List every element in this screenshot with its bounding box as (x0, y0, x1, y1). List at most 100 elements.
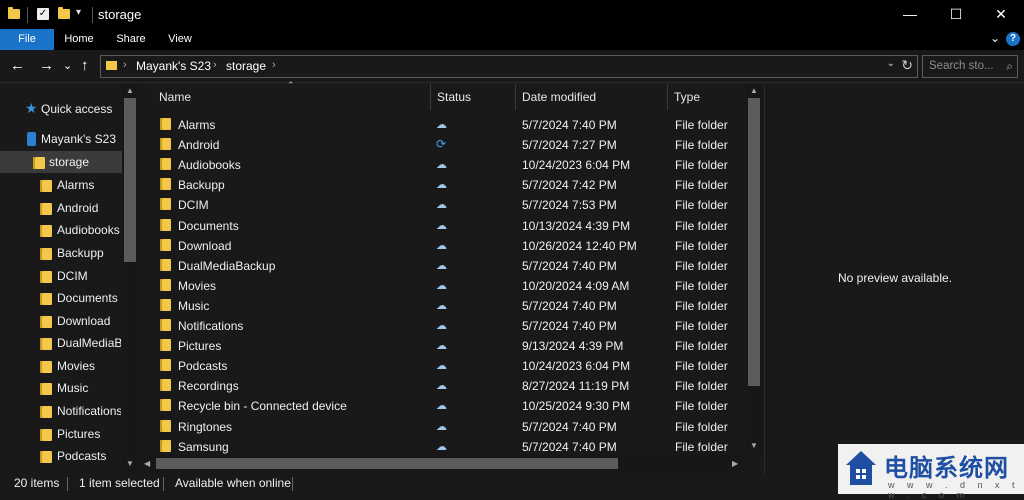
table-row[interactable]: DCIM ☁ 5/7/2024 7:53 PM File folder (139, 194, 739, 214)
help-icon[interactable]: ? (1006, 32, 1020, 46)
sidebar-item-android[interactable]: Android (0, 197, 122, 219)
up-arrow-icon[interactable]: ↑ (81, 57, 89, 74)
scroll-right-icon[interactable]: ▶ (732, 459, 738, 468)
table-row[interactable]: Download ☁ 10/26/2024 12:40 PM File folder (139, 235, 739, 255)
table-row[interactable]: Alarms ☁ 5/7/2024 7:40 PM File folder (139, 114, 739, 134)
sidebar-item-label: Music (57, 381, 89, 395)
folder-icon (160, 138, 171, 151)
column-divider[interactable] (430, 84, 431, 110)
phone-icon (27, 132, 36, 146)
close-button[interactable]: ✕ (978, 0, 1024, 29)
address-bar[interactable]: › Mayank's S23 › storage › ⌄ ↻ (100, 55, 918, 78)
chevron-down-icon[interactable]: ⌄ (887, 58, 895, 69)
sidebar-item-dualmediabackup[interactable]: DualMediaBa (0, 332, 122, 354)
column-header-type[interactable]: Type (674, 84, 700, 110)
file-name: Download (178, 238, 232, 253)
table-row[interactable]: Recycle bin - Connected device ☁ 10/25/202… (139, 395, 739, 415)
file-name: Notifications (178, 319, 244, 333)
sidebar-item-download[interactable]: Download (0, 310, 122, 332)
sidebar-item-notifications[interactable]: Notifications (0, 400, 122, 422)
sidebar-item-storage[interactable]: storage (0, 151, 122, 173)
column-divider[interactable] (515, 84, 516, 110)
file-name: Audiobooks (178, 158, 241, 173)
folder-icon (40, 406, 52, 418)
folder-icon (160, 319, 171, 331)
navigation-pane: ★ Quick access Mayank's S23 storage Alar… (0, 84, 138, 474)
tab-share[interactable]: Share (108, 29, 154, 50)
sidebar-item-documents[interactable]: Documents (0, 287, 122, 309)
chevron-right-icon[interactable]: › (213, 59, 217, 71)
maximize-button[interactable]: ☐ (933, 0, 979, 29)
table-row[interactable]: Ringtones ☁ 5/7/2024 7:40 PM File folder (139, 416, 739, 436)
properties-icon[interactable]: ✓ (37, 8, 49, 20)
tab-view[interactable]: View (158, 29, 202, 50)
cloud-icon: ☁ (436, 400, 447, 413)
sidebar-item-label: storage (49, 155, 90, 169)
search-icon[interactable]: ⌕ (1006, 59, 1013, 74)
sidebar-item-label: Mayank's S23 (41, 132, 116, 146)
file-list-scrollbar[interactable]: ▲ ▼ (746, 84, 762, 456)
sidebar-item-label: DualMediaBa (57, 336, 121, 350)
scrollbar-thumb[interactable] (156, 458, 618, 469)
new-folder-icon[interactable] (58, 7, 70, 19)
column-header-status[interactable]: Status (437, 84, 471, 110)
column-header-date[interactable]: Date modified (522, 84, 596, 110)
scrollbar-thumb[interactable] (124, 98, 136, 262)
table-row[interactable]: Backupp ☁ 5/7/2024 7:42 PM File folder (139, 174, 739, 194)
sidebar-item-podcasts[interactable]: Podcasts (0, 445, 122, 467)
sidebar-scrollbar[interactable]: ▲ ▼ (122, 84, 138, 474)
folder-icon (160, 359, 171, 372)
back-arrow-icon[interactable]: ← (10, 57, 25, 74)
folder-icon (40, 429, 52, 441)
expand-ribbon-icon[interactable]: ⌄ (990, 31, 1000, 45)
scroll-up-icon[interactable]: ▲ (750, 86, 758, 95)
sidebar-item-label: Documents (57, 291, 118, 305)
sidebar-item-dcim[interactable]: DCIM (0, 265, 122, 287)
table-row[interactable]: DualMediaBackup ☁ 5/7/2024 7:40 PM File fol… (139, 255, 739, 275)
table-row[interactable]: Notifications ☁ 5/7/2024 7:40 PM File folde… (139, 315, 739, 335)
sidebar-item-label: DCIM (57, 269, 88, 283)
chevron-right-icon[interactable]: › (272, 59, 276, 71)
tab-home[interactable]: Home (56, 29, 102, 50)
sidebar-item-quick-access[interactable]: ★ Quick access (0, 98, 122, 120)
table-row[interactable]: Pictures ☁ 9/13/2024 4:39 PM File folder (139, 335, 739, 355)
table-row[interactable]: Samsung ☁ 5/7/2024 7:40 PM File folder (139, 436, 739, 456)
table-row[interactable]: Audiobooks ☁ 10/24/2023 6:04 PM File folder (139, 154, 739, 174)
search-input[interactable]: Search sto... ⌕ (922, 55, 1018, 78)
scroll-up-icon[interactable]: ▲ (126, 86, 134, 95)
column-divider[interactable] (667, 84, 668, 110)
sidebar-item-pictures[interactable]: Pictures (0, 423, 122, 445)
sidebar-item-device[interactable]: Mayank's S23 (0, 128, 122, 150)
recent-locations-icon[interactable]: ⌄ (63, 59, 72, 72)
table-row[interactable]: Android ⟳ 5/7/2024 7:27 PM File folder (139, 134, 739, 154)
column-header-name[interactable]: Name (159, 84, 191, 110)
table-row[interactable]: Podcasts ☁ 10/24/2023 6:04 PM File folder (139, 355, 739, 375)
scroll-down-icon[interactable]: ▼ (126, 459, 134, 468)
tab-file[interactable]: File (0, 29, 54, 50)
cloud-icon: ☁ (436, 380, 447, 393)
sidebar-item-audiobooks[interactable]: Audiobooks (0, 219, 122, 241)
sidebar-item-movies[interactable]: Movies (0, 355, 122, 377)
table-row[interactable]: Documents ☁ 10/13/2024 4:39 PM File folder (139, 215, 739, 235)
horizontal-scrollbar[interactable]: ◀ ▶ (140, 455, 746, 472)
sidebar-item-alarms[interactable]: Alarms (0, 174, 122, 196)
scroll-down-icon[interactable]: ▼ (750, 441, 758, 450)
chevron-right-icon[interactable]: › (123, 59, 127, 71)
table-row[interactable]: Movies ☁ 10/20/2024 4:09 AM File folder (139, 275, 739, 295)
file-type: File folder (675, 158, 728, 173)
table-row[interactable]: Recordings ☁ 8/27/2024 11:19 PM File folder (139, 375, 739, 395)
scrollbar-thumb[interactable] (748, 98, 760, 386)
sidebar-item-music[interactable]: Music (0, 377, 122, 399)
folder-icon (160, 118, 171, 130)
breadcrumb-storage[interactable]: storage (226, 59, 266, 73)
forward-arrow-icon[interactable]: → (39, 57, 54, 74)
folder-icon (160, 218, 171, 231)
sidebar-item-backupp[interactable]: Backupp (0, 242, 122, 264)
minimize-button[interactable]: — (887, 0, 933, 29)
table-row[interactable]: Music ☁ 5/7/2024 7:40 PM File folder (139, 295, 739, 315)
scroll-left-icon[interactable]: ◀ (144, 459, 150, 468)
cloud-icon: ☁ (436, 119, 447, 131)
breadcrumb-device[interactable]: Mayank's S23 (136, 59, 211, 73)
customize-toolbar-icon[interactable]: ▾ (76, 7, 81, 22)
refresh-icon[interactable]: ↻ (901, 57, 913, 74)
